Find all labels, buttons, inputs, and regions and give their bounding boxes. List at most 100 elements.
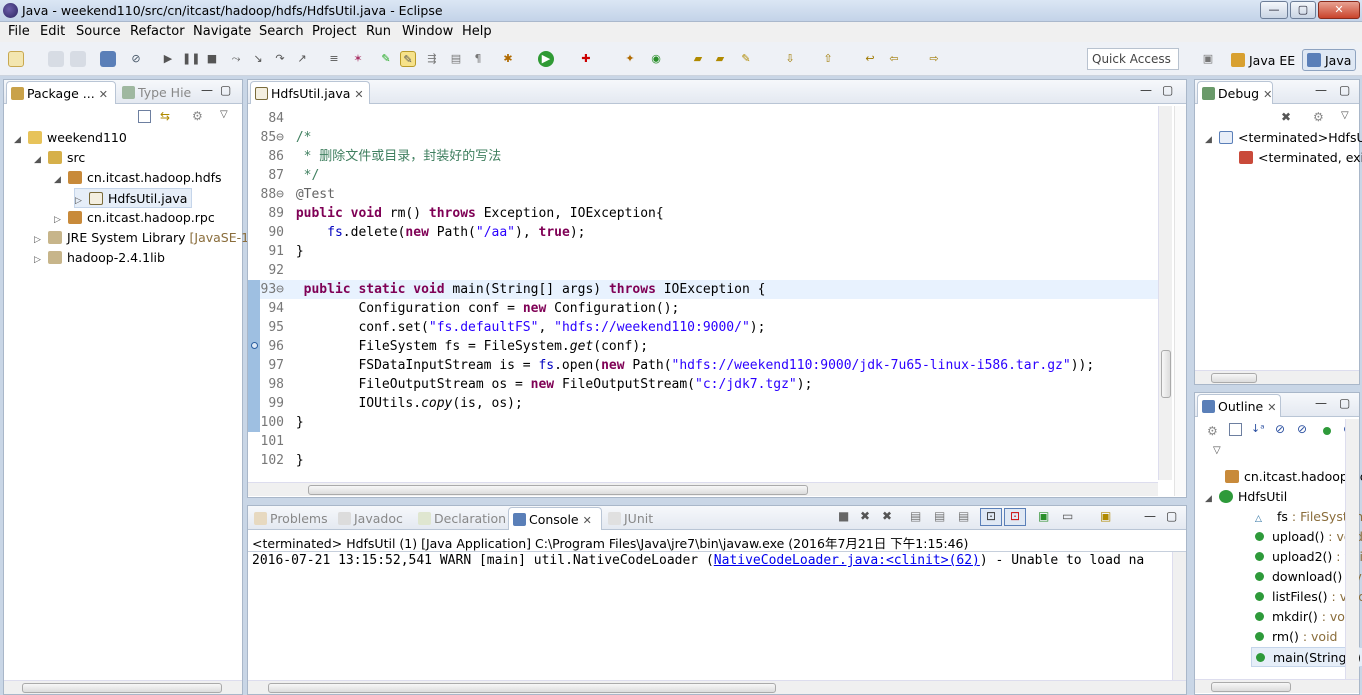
view-menu-chevron-icon[interactable]: ▽	[220, 109, 228, 120]
scroll-lock-icon[interactable]: ▤	[934, 509, 945, 523]
code-line[interactable]: 86 * 删除文件或目录，封装好的写法	[248, 147, 1158, 166]
close-tab-icon[interactable]: ✕	[354, 88, 363, 101]
hide-static-icon[interactable]: ⊘	[1297, 422, 1307, 436]
forward-icon[interactable]: ⇨	[926, 51, 942, 67]
step-return-icon[interactable]: ↗	[294, 51, 310, 67]
code-line[interactable]: 84	[248, 109, 1158, 128]
debug-process-item[interactable]: <terminated, exit	[1239, 148, 1362, 168]
perspective-java[interactable]: Java	[1302, 49, 1357, 71]
code-line[interactable]: 97 FSDataInputStream is = fs.open(new Pa…	[248, 356, 1158, 375]
maximize-button[interactable]: ▢	[1290, 1, 1316, 19]
show-console-output-icon[interactable]: ▤	[958, 509, 969, 523]
tree-item-hadoop-lib[interactable]: ▷ hadoop-2.4.1lib	[34, 248, 165, 268]
close-tab-icon[interactable]: ✕	[1263, 88, 1272, 101]
code-line[interactable]: 98 FileOutputStream os = new FileOutputS…	[248, 375, 1158, 394]
code-line[interactable]: 94 Configuration conf = new Configuratio…	[248, 299, 1158, 318]
code-line[interactable]: 93⊖ public static void main(String[] arg…	[248, 280, 1158, 299]
expand-arrow-icon[interactable]: ◢	[34, 150, 44, 170]
tree-item-hdfsutil-java[interactable]: ▷ HdfsUtil.java	[74, 188, 193, 208]
outline-item-package[interactable]: cn.itcast.hadoop.hc	[1225, 467, 1362, 487]
expand-arrow-icon[interactable]: ◢	[1205, 130, 1215, 150]
save-all-icon[interactable]	[70, 51, 86, 67]
minimize-panel-icon[interactable]: —	[201, 83, 213, 97]
maximize-panel-icon[interactable]: ▢	[1339, 83, 1350, 97]
back-icon[interactable]: ⇦	[886, 51, 902, 67]
collapse-all-icon[interactable]	[1229, 423, 1242, 436]
tab-hdfsutil-java[interactable]: HdfsUtil.java ✕	[250, 81, 370, 104]
terminate-icon[interactable]: ■	[838, 509, 849, 523]
tab-outline[interactable]: Outline ✕	[1197, 394, 1281, 417]
menu-navigate[interactable]: Navigate	[193, 24, 251, 39]
code-line[interactable]: 101	[248, 432, 1158, 451]
open-perspective-icon[interactable]: ▣	[1200, 51, 1216, 67]
code-line[interactable]: 96 FileSystem fs = FileSystem.get(conf);	[248, 337, 1158, 356]
outline-item-method[interactable]: mkdir() : void	[1255, 607, 1356, 627]
resume-icon[interactable]: ▶	[160, 51, 176, 67]
expand-arrow-icon[interactable]: ▷	[34, 250, 44, 270]
clear-console-icon[interactable]: ▤	[910, 509, 921, 523]
run-icon[interactable]: ▶	[538, 51, 554, 67]
code-line[interactable]: 102 }	[248, 451, 1158, 470]
run-external-tools-icon[interactable]: ✚	[578, 51, 594, 67]
close-tab-icon[interactable]: ✕	[99, 88, 108, 101]
menu-refactor[interactable]: Refactor	[130, 24, 185, 39]
open-task-icon[interactable]: ▰	[712, 51, 728, 67]
scroll-thumb[interactable]	[1211, 682, 1291, 692]
save-icon[interactable]	[48, 51, 64, 67]
expand-arrow-icon[interactable]: ◢	[14, 130, 24, 150]
tree-item-project[interactable]: ◢ weekend110	[14, 128, 127, 148]
tree-item-jre-library[interactable]: ▷ JRE System Library [JavaSE-1.	[34, 228, 253, 248]
expand-arrow-icon[interactable]: ▷	[34, 230, 44, 250]
scroll-thumb[interactable]	[308, 485, 808, 495]
drop-to-frame-icon[interactable]: ✶	[350, 51, 366, 67]
console-hscrollbar[interactable]	[248, 680, 1186, 694]
previous-annotation-icon[interactable]: ⇧	[820, 51, 836, 67]
scroll-thumb[interactable]	[1211, 373, 1257, 383]
minimize-panel-icon[interactable]: —	[1315, 396, 1327, 410]
menu-window[interactable]: Window	[402, 24, 453, 39]
maximize-panel-icon[interactable]: ▢	[1166, 509, 1177, 523]
perspective-java-ee[interactable]: Java EE	[1226, 49, 1300, 71]
tab-javadoc[interactable]: Javadoc	[334, 507, 412, 530]
hide-fields-icon[interactable]: ⊘	[1275, 422, 1285, 436]
code-line[interactable]: 99 IOUtils.copy(is, os);	[248, 394, 1158, 413]
skip-breakpoints-icon[interactable]: ⊘	[128, 51, 144, 67]
tab-junit[interactable]: JUnit	[604, 507, 666, 530]
remove-launch-icon[interactable]: ✖	[860, 509, 870, 523]
collapse-all-icon[interactable]	[138, 110, 151, 123]
use-step-filters-icon[interactable]: ≡	[326, 51, 342, 67]
search-icon[interactable]: ✎	[738, 51, 754, 67]
debug-icon[interactable]: ✱	[500, 51, 516, 67]
show-whitespace-icon[interactable]: ⇶	[424, 51, 440, 67]
maximize-panel-icon[interactable]: ▢	[1339, 396, 1350, 410]
minimize-panel-icon[interactable]: —	[1144, 509, 1156, 523]
code-line[interactable]: 95 conf.set("fs.defaultFS", "hdfs://week…	[248, 318, 1158, 337]
minimize-panel-icon[interactable]: —	[1140, 83, 1152, 97]
next-annotation-icon[interactable]: ⇩	[782, 51, 798, 67]
step-over-icon[interactable]: ↷	[272, 51, 288, 67]
display-console-icon[interactable]: ▭	[1062, 509, 1073, 523]
view-menu-chevron-icon[interactable]: ▽	[1341, 110, 1349, 121]
code-line[interactable]: 91 }	[248, 242, 1158, 261]
minimize-panel-icon[interactable]: —	[1315, 83, 1327, 97]
debug-launch-item[interactable]: ◢ <terminated>HdfsUt	[1205, 128, 1362, 148]
debug-hscrollbar[interactable]	[1195, 370, 1359, 384]
maximize-panel-icon[interactable]: ▢	[220, 83, 231, 97]
outline-item-class[interactable]: ◢ HdfsUtil	[1205, 487, 1287, 507]
menu-project[interactable]: Project	[312, 24, 356, 39]
tab-declaration[interactable]: Declaration	[414, 507, 506, 530]
quick-access-input[interactable]: Quick Access	[1087, 48, 1179, 70]
tab-type-hierarchy[interactable]: Type Hie	[118, 81, 198, 104]
scroll-thumb[interactable]	[268, 683, 776, 693]
close-button[interactable]: ✕	[1318, 1, 1360, 19]
minimize-button[interactable]: —	[1260, 1, 1288, 19]
outline-hscrollbar[interactable]	[1195, 679, 1359, 693]
maximize-panel-icon[interactable]: ▢	[1162, 83, 1173, 97]
outline-vscrollbar[interactable]	[1345, 419, 1359, 679]
package-explorer-hscrollbar[interactable]	[4, 680, 242, 694]
expand-arrow-icon[interactable]: ▷	[54, 210, 64, 230]
menu-run[interactable]: Run	[366, 24, 391, 39]
link-with-editor-icon[interactable]: ⇆	[160, 109, 170, 123]
step-into-icon[interactable]: ↘	[250, 51, 266, 67]
tree-item-src[interactable]: ◢ src	[34, 148, 85, 168]
